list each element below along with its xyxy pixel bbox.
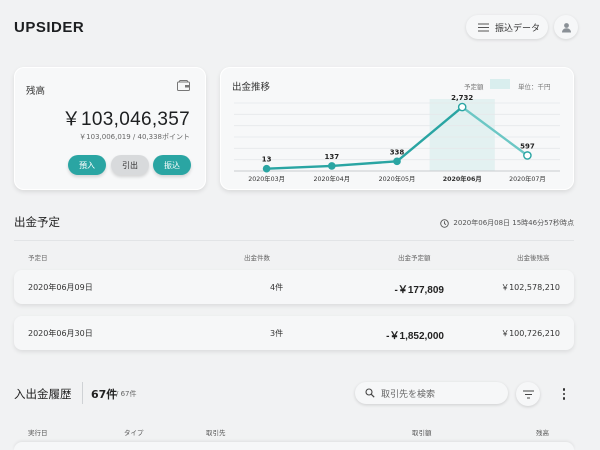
table-row[interactable]: 2020年06月30日 3件 -￥1,852,000 ￥100,726,210	[14, 316, 574, 350]
divider	[82, 382, 83, 404]
col-date: 予定日	[28, 254, 48, 262]
series-line-segment	[265, 164, 334, 170]
data-label: 338	[390, 148, 405, 156]
user-avatar-button[interactable]	[554, 15, 578, 39]
wallet-icon	[177, 80, 190, 91]
data-label: 137	[324, 153, 339, 161]
tick-label: 2020年05月	[379, 174, 416, 183]
row-date: 2020年06月09日	[28, 283, 93, 292]
data-point	[523, 151, 532, 160]
search-input[interactable]: 取引先を検索	[355, 382, 508, 404]
row-count: 4件	[270, 283, 284, 292]
data-label: 2,732	[451, 94, 473, 102]
search-icon	[365, 388, 375, 398]
data-point	[457, 102, 467, 112]
balance-title: 残高	[26, 86, 46, 97]
history-title: 入出金履歴	[14, 387, 72, 401]
tick-label: 2020年04月	[313, 174, 350, 183]
scheduled-title: 出金予定	[14, 215, 60, 229]
row-amount: -￥1,852,000	[386, 331, 444, 342]
table-row[interactable]: 2020年06月09日 4件 -￥177,809 ￥102,578,210	[14, 270, 574, 304]
withdraw-button[interactable]: 引出	[111, 155, 149, 175]
transfer-data-button[interactable]: 振込データ	[466, 15, 548, 39]
tick-label: 2020年07月	[509, 174, 546, 183]
data-point	[262, 164, 271, 173]
tick-label: 2020年03月	[248, 174, 285, 183]
deposit-button[interactable]: 預入	[68, 155, 106, 175]
col-count: 出金件数	[244, 254, 270, 262]
data-label: 597	[520, 142, 535, 150]
timestamp: 2020年06月08日 15時46分57秒時点	[440, 218, 574, 228]
data-point	[328, 162, 336, 170]
filter-button[interactable]	[516, 382, 540, 406]
withdrawal-trend-card: 出金推移 予定額 単位：千円 13 2020年03月 137 2020年04月 338 2…	[220, 67, 574, 190]
timestamp-text: 2020年06月08日 15時46分57秒時点	[453, 219, 574, 227]
withdrawal-line-chart: 13 2020年03月 137 2020年04月 338 2020年05月 2,732 202…	[234, 94, 560, 183]
clock-icon	[440, 218, 450, 228]
history-row-partial	[14, 442, 574, 450]
col-transaction-amount: 取引額	[412, 429, 432, 437]
user-icon	[561, 22, 571, 32]
data-label: 13	[262, 156, 272, 164]
row-count: 3件	[270, 329, 284, 338]
history-total: / 67件	[116, 390, 137, 398]
history-count: 67件	[91, 388, 118, 401]
tick-label: 2020年06月	[443, 174, 482, 183]
col-balance: 残高	[536, 429, 549, 437]
row-amount: -￥177,809	[394, 285, 444, 296]
series-line-segment	[330, 160, 399, 168]
upsider-logo: UPSIDER	[14, 19, 85, 36]
data-point	[393, 157, 401, 166]
col-type: タイプ	[124, 429, 144, 437]
row-after-balance: ￥100,726,210	[501, 329, 560, 338]
col-executed-date: 実行日	[28, 429, 48, 437]
filter-icon	[522, 389, 534, 399]
transfer-data-label: 振込データ	[495, 23, 541, 34]
transfer-button[interactable]: 振込	[153, 155, 191, 175]
search-placeholder: 取引先を検索	[381, 389, 436, 400]
row-date: 2020年06月30日	[28, 329, 93, 338]
row-after-balance: ￥102,578,210	[501, 283, 560, 292]
more-options-icon[interactable]	[558, 385, 570, 403]
balance-detail: ￥103,006,019 / 40,338ポイント	[79, 133, 190, 141]
divider	[14, 240, 574, 241]
col-counterparty: 取引先	[206, 429, 226, 437]
col-amount: 出金予定額	[398, 254, 431, 262]
balance-amount: ￥103,046,357	[61, 109, 190, 130]
balance-card: 残高 ￥103,046,357 ￥103,006,019 / 40,338ポイン…	[14, 67, 206, 190]
col-after-balance: 出金後残高	[517, 254, 550, 262]
menu-icon	[478, 23, 489, 31]
